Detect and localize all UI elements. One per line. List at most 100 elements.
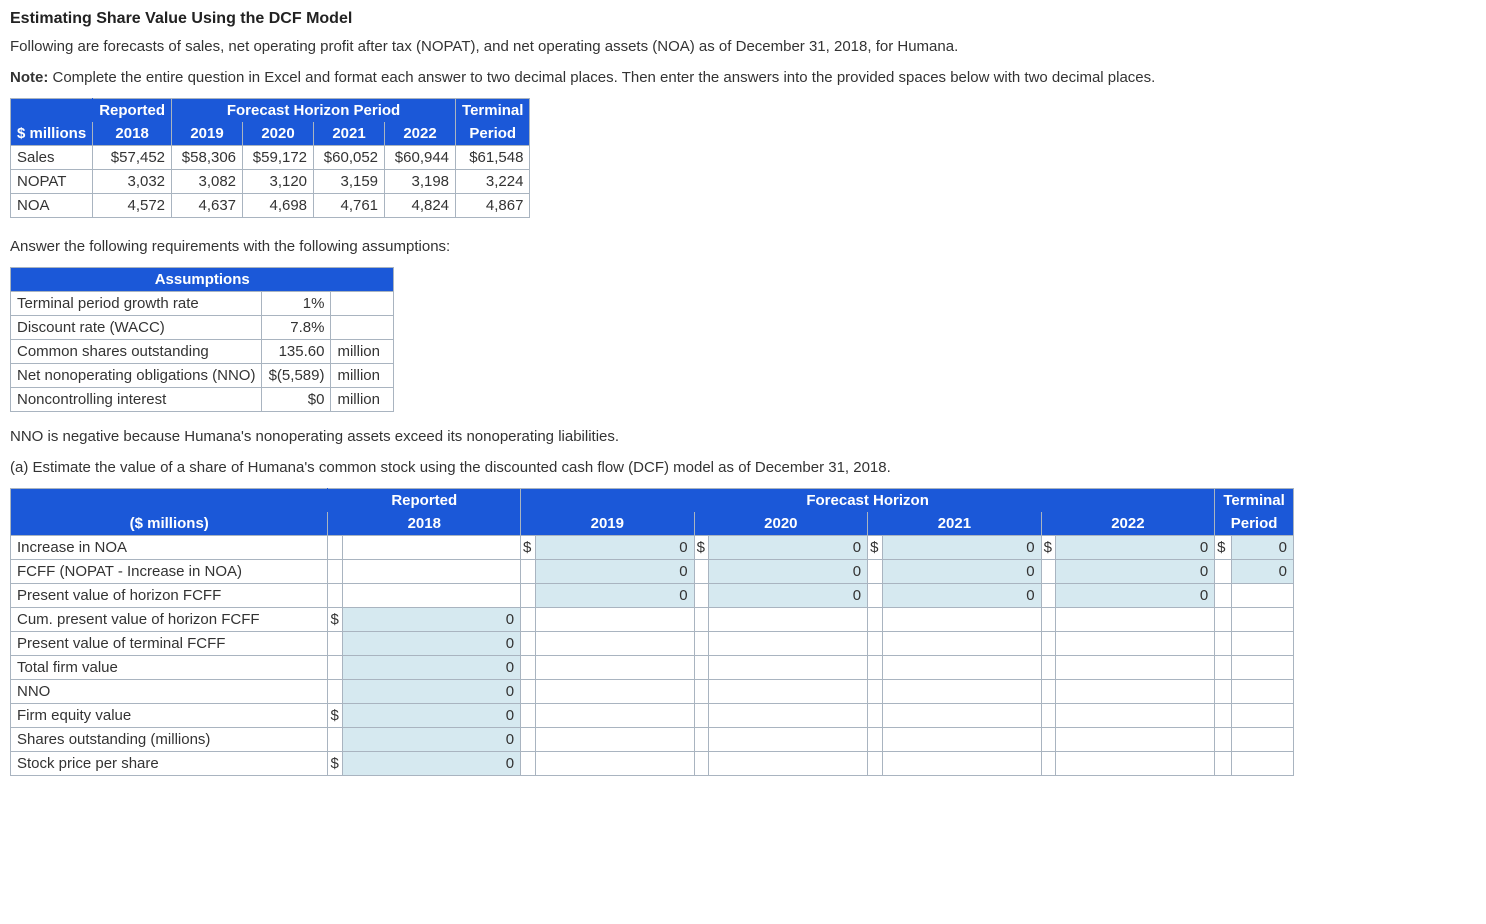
input-cell[interactable]: 0 (709, 584, 868, 608)
table-row: NNO 0 (11, 680, 1294, 704)
assump-value: 1% (262, 292, 331, 316)
cell: 3,198 (385, 170, 456, 194)
table-row: Present value of terminal FCFF 0 (11, 632, 1294, 656)
input-cell[interactable]: 0 (343, 632, 521, 656)
currency-symbol: $ (1215, 536, 1232, 560)
input-cell[interactable]: 0 (343, 752, 521, 776)
row-header: $ millions (11, 122, 93, 146)
row-label: NNO (11, 680, 328, 704)
cell: 4,824 (385, 194, 456, 218)
cell: $60,052 (314, 146, 385, 170)
table-row: Discount rate (WACC) 7.8% (11, 316, 394, 340)
input-cell[interactable]: 0 (343, 728, 521, 752)
row-label: Total firm value (11, 656, 328, 680)
table-row: Stock price per share $0 (11, 752, 1294, 776)
input-cell[interactable]: 0 (882, 536, 1041, 560)
input-cell[interactable]: 0 (343, 608, 521, 632)
currency-symbol: $ (694, 536, 709, 560)
table-row: NOPAT 3,032 3,082 3,120 3,159 3,198 3,22… (11, 170, 530, 194)
assump-value: $(5,589) (262, 364, 331, 388)
intro-text: Following are forecasts of sales, net op… (10, 36, 1476, 57)
year-2021: 2021 (314, 122, 385, 146)
assump-label: Discount rate (WACC) (11, 316, 262, 340)
input-cell[interactable]: 0 (535, 560, 694, 584)
input-cell[interactable]: 0 (882, 584, 1041, 608)
assump-unit (331, 316, 394, 340)
assump-label: Net nonoperating obligations (NNO) (11, 364, 262, 388)
input-cell[interactable]: 0 (1232, 560, 1294, 584)
terminal-period: Period (456, 122, 530, 146)
note-label: Note: (10, 69, 48, 86)
part-a: (a) Estimate the value of a share of Hum… (10, 457, 1476, 478)
table-row: FCFF (NOPAT - Increase in NOA) 0 0 0 0 0 (11, 560, 1294, 584)
input-cell[interactable]: 0 (709, 536, 868, 560)
note-text: Complete the entire question in Excel an… (48, 69, 1155, 86)
table-row: NOA 4,572 4,637 4,698 4,761 4,824 4,867 (11, 194, 530, 218)
assump-unit: million (331, 364, 394, 388)
year-2022: 2022 (385, 122, 456, 146)
currency-symbol: $ (1041, 536, 1056, 560)
year-2019: 2019 (172, 122, 243, 146)
table-row: Firm equity value $0 (11, 704, 1294, 728)
input-cell[interactable]: 0 (1232, 536, 1294, 560)
cell: $60,944 (385, 146, 456, 170)
dcf-col-reported: Reported (328, 489, 521, 513)
row-label: Shares outstanding (millions) (11, 728, 328, 752)
dcf-year-2020: 2020 (694, 512, 868, 536)
cell: $61,548 (456, 146, 530, 170)
cell: $58,306 (172, 146, 243, 170)
dcf-row-header: ($ millions) (11, 512, 328, 536)
table-row: Cum. present value of horizon FCFF $0 (11, 608, 1294, 632)
input-cell[interactable]: 0 (882, 560, 1041, 584)
cell: $59,172 (243, 146, 314, 170)
assump-unit: million (331, 388, 394, 412)
row-label: Cum. present value of horizon FCFF (11, 608, 328, 632)
page-title: Estimating Share Value Using the DCF Mod… (10, 8, 1476, 30)
input-cell[interactable]: 0 (535, 584, 694, 608)
cell: 3,032 (93, 170, 172, 194)
dcf-year-2019: 2019 (521, 512, 695, 536)
col-group-terminal: Terminal (456, 99, 530, 123)
currency-symbol: $ (868, 536, 883, 560)
dcf-year-2018: 2018 (328, 512, 521, 536)
assump-label: Terminal period growth rate (11, 292, 262, 316)
table-row: Present value of horizon FCFF 0 0 0 0 (11, 584, 1294, 608)
assump-value: $0 (262, 388, 331, 412)
table-row: Common shares outstanding 135.60 million (11, 340, 394, 364)
row-label: Firm equity value (11, 704, 328, 728)
table-row: Total firm value 0 (11, 656, 1294, 680)
nno-note: NNO is negative because Humana's nonoper… (10, 426, 1476, 447)
assumptions-table: Assumptions Terminal period growth rate … (10, 267, 394, 412)
table-row: Shares outstanding (millions) 0 (11, 728, 1294, 752)
input-cell[interactable]: 0 (1056, 584, 1215, 608)
currency-symbol: $ (328, 704, 343, 728)
input-cell[interactable]: 0 (343, 680, 521, 704)
input-cell[interactable]: 0 (709, 560, 868, 584)
col-group-reported: Reported (93, 99, 172, 123)
year-2018: 2018 (93, 122, 172, 146)
dcf-year-2021: 2021 (868, 512, 1042, 536)
forecast-table: Reported Forecast Horizon Period Termina… (10, 98, 530, 218)
currency-symbol: $ (328, 608, 343, 632)
input-cell[interactable]: 0 (343, 704, 521, 728)
row-label: NOPAT (11, 170, 93, 194)
row-label: Stock price per share (11, 752, 328, 776)
dcf-year-2022: 2022 (1041, 512, 1215, 536)
assump-label: Noncontrolling interest (11, 388, 262, 412)
assump-label: Common shares outstanding (11, 340, 262, 364)
row-label: Increase in NOA (11, 536, 328, 560)
input-cell[interactable]: 0 (343, 656, 521, 680)
assumptions-intro: Answer the following requirements with t… (10, 236, 1476, 257)
cell: 4,867 (456, 194, 530, 218)
dcf-terminal-period: Period (1215, 512, 1294, 536)
col-group-horizon: Forecast Horizon Period (172, 99, 456, 123)
cell: 4,698 (243, 194, 314, 218)
table-row: Noncontrolling interest $0 million (11, 388, 394, 412)
row-label: NOA (11, 194, 93, 218)
note-line: Note: Complete the entire question in Ex… (10, 67, 1476, 88)
input-cell[interactable]: 0 (1056, 536, 1215, 560)
row-label: Sales (11, 146, 93, 170)
cell: 4,761 (314, 194, 385, 218)
input-cell[interactable]: 0 (1056, 560, 1215, 584)
input-cell[interactable]: 0 (535, 536, 694, 560)
